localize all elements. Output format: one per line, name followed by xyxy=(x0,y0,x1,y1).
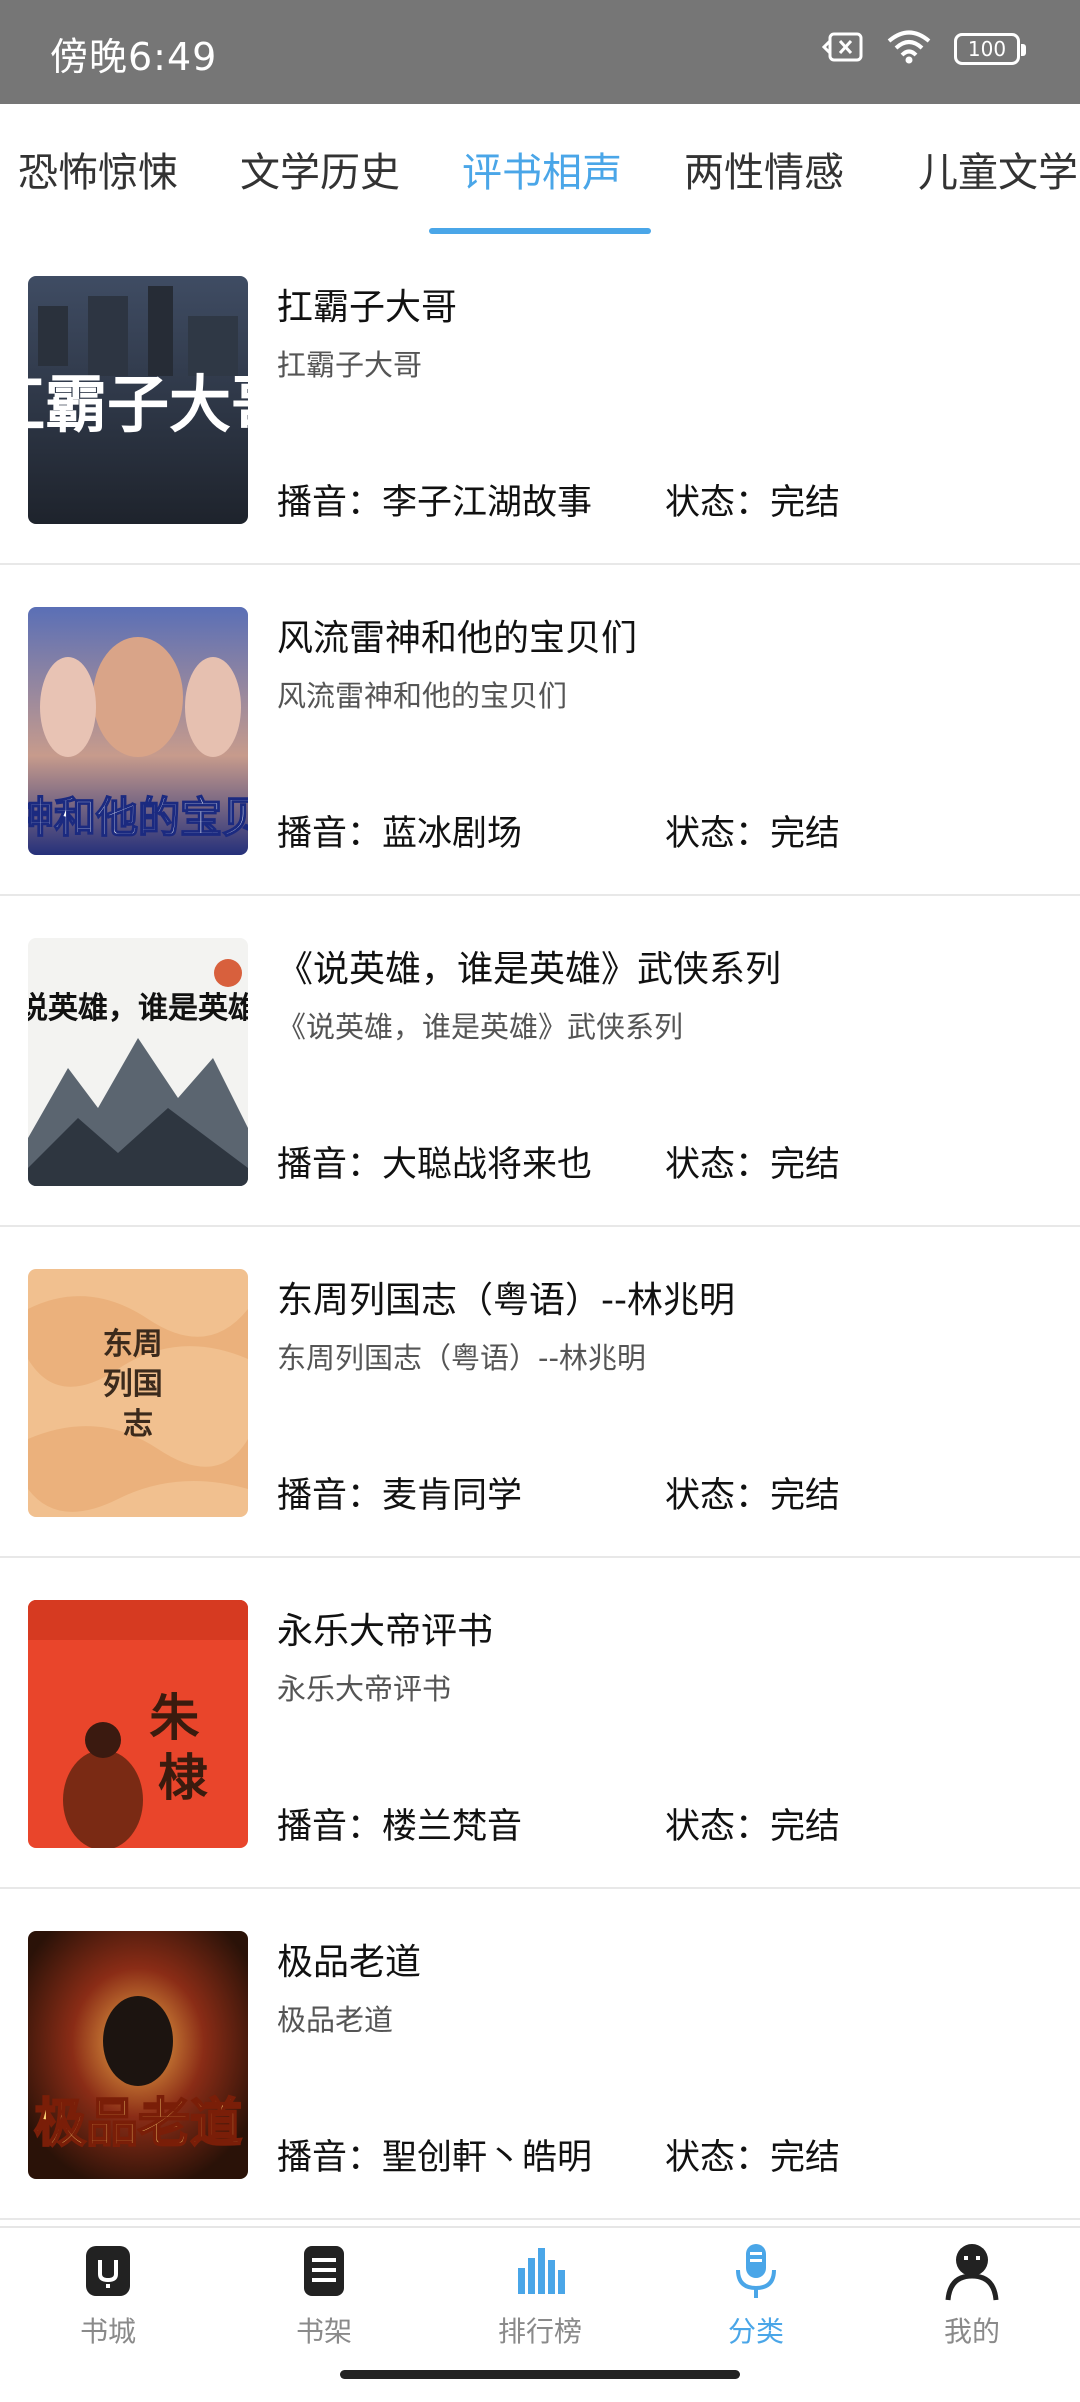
book-list-item[interactable]: 说英雄，谁是英雄 《说英雄，谁是英雄》武侠系列 《说英雄，谁是英雄》武侠系列 播… xyxy=(0,896,1080,1227)
book-list-item[interactable]: 扛霸子大哥 扛霸子大哥 扛霸子大哥 播音：李子江湖故事 状态：完结 xyxy=(0,234,1080,565)
book-status: 状态：完结 xyxy=(665,1145,841,1185)
wifi-icon xyxy=(886,30,932,68)
book-list-item[interactable]: 极品老道 极品老道 极品老道 播音：聖创軒丶皓明 状态：完结 xyxy=(0,1889,1080,2220)
book-cover: 雷神和他的宝贝们 xyxy=(28,607,248,855)
book-cover: 朱 棣 xyxy=(28,1600,248,1848)
book-cover: 扛霸子大哥 xyxy=(28,276,248,524)
book-list-item[interactable]: 东周 列国 志 东周列国志（粤语）--林兆明 东周列国志（粤语）--林兆明 播音… xyxy=(0,1227,1080,1558)
book-narrator: 播音：麦肯同学 xyxy=(277,1476,523,1516)
book-narrator: 播音：楼兰梵音 xyxy=(277,1807,523,1847)
cover-title: 说英雄，谁是英雄 xyxy=(28,991,248,1026)
book-title: 极品老道 xyxy=(277,1942,422,1983)
book-cover: 极品老道 xyxy=(28,1931,248,2179)
book-status: 状态：完结 xyxy=(665,2138,841,2178)
bookstore-icon xyxy=(86,2246,130,2296)
microphone-icon xyxy=(736,2244,776,2298)
book-subtitle: 永乐大帝评书 xyxy=(277,1672,452,1706)
book-title: 永乐大帝评书 xyxy=(277,1611,494,1652)
profile-icon xyxy=(945,2244,999,2301)
book-list-item[interactable]: 雷神和他的宝贝们 风流雷神和他的宝贝们 风流雷神和他的宝贝们 播音：蓝冰剧场 状… xyxy=(0,565,1080,896)
book-status: 状态：完结 xyxy=(665,814,841,854)
book-title: 扛霸子大哥 xyxy=(277,287,458,328)
tab-romance[interactable]: 两性情感 xyxy=(684,140,844,198)
book-title: 东周列国志（粤语）--林兆明 xyxy=(277,1280,735,1321)
nav-label: 书城 xyxy=(79,2315,136,2348)
nav-label: 书架 xyxy=(295,2315,352,2348)
book-title: 《说英雄，谁是英雄》武侠系列 xyxy=(277,949,782,990)
book-subtitle: 《说英雄，谁是英雄》武侠系列 xyxy=(277,1010,684,1044)
nav-label: 分类 xyxy=(727,2315,784,2348)
book-cover: 说英雄，谁是英雄 xyxy=(28,938,248,1186)
book-title: 风流雷神和他的宝贝们 xyxy=(277,618,638,659)
status-icons: 100 xyxy=(821,30,1026,68)
nav-bookstore[interactable]: 书城 xyxy=(28,2240,188,2350)
book-narrator: 播音：李子江湖故事 xyxy=(277,483,593,523)
bookshelf-icon xyxy=(304,2246,344,2296)
book-subtitle: 东周列国志（粤语）--林兆明 xyxy=(277,1341,646,1375)
book-status: 状态：完结 xyxy=(665,483,841,523)
tab-children[interactable]: 儿童文学 xyxy=(918,140,1078,198)
cover-title: 雷神和他的宝贝们 xyxy=(28,793,248,842)
status-bar: 傍晚6:49 100 xyxy=(0,0,1080,104)
tab-horror[interactable]: 恐怖惊悚 xyxy=(18,140,178,198)
nav-label: 我的 xyxy=(943,2315,1000,2348)
ranking-icon xyxy=(518,2248,565,2294)
nav-label: 排行榜 xyxy=(497,2315,582,2348)
sim-x-icon xyxy=(821,31,864,67)
tab-storytelling-crosstalk[interactable]: 评书相声 xyxy=(462,140,622,198)
book-subtitle: 风流雷神和他的宝贝们 xyxy=(277,679,568,713)
book-list-item[interactable]: 朱 棣 永乐大帝评书 永乐大帝评书 播音：楼兰梵音 状态：完结 xyxy=(0,1558,1080,1889)
cover-title: 极品老道 xyxy=(34,2094,242,2154)
nav-category[interactable]: 分类 xyxy=(676,2240,836,2350)
home-indicator[interactable] xyxy=(340,2370,740,2379)
book-status: 状态：完结 xyxy=(665,1476,841,1516)
tab-literature-history[interactable]: 文学历史 xyxy=(240,140,400,198)
nav-bookshelf[interactable]: 书架 xyxy=(244,2240,404,2350)
book-cover: 东周 列国 志 xyxy=(28,1269,248,1517)
book-narrator: 播音：蓝冰剧场 xyxy=(277,814,523,854)
book-subtitle: 扛霸子大哥 xyxy=(277,348,423,382)
book-status: 状态：完结 xyxy=(665,1807,841,1847)
category-tabs: 恐怖惊悚 文学历史 评书相声 两性情感 儿童文学 xyxy=(0,104,1080,234)
status-time: 傍晚6:49 xyxy=(50,35,218,79)
book-narrator: 播音：大聪战将来也 xyxy=(277,1145,593,1185)
cover-title: 扛霸子大哥 xyxy=(28,368,248,441)
book-subtitle: 极品老道 xyxy=(277,2003,394,2037)
book-narrator: 播音：聖创軒丶皓明 xyxy=(277,2138,593,2178)
book-list: 扛霸子大哥 扛霸子大哥 扛霸子大哥 播音：李子江湖故事 状态：完结 雷神和他的宝… xyxy=(0,234,1080,2220)
nav-profile[interactable]: 我的 xyxy=(892,2240,1052,2350)
battery-icon: 100 xyxy=(954,33,1026,65)
nav-ranking[interactable]: 排行榜 xyxy=(460,2240,620,2350)
